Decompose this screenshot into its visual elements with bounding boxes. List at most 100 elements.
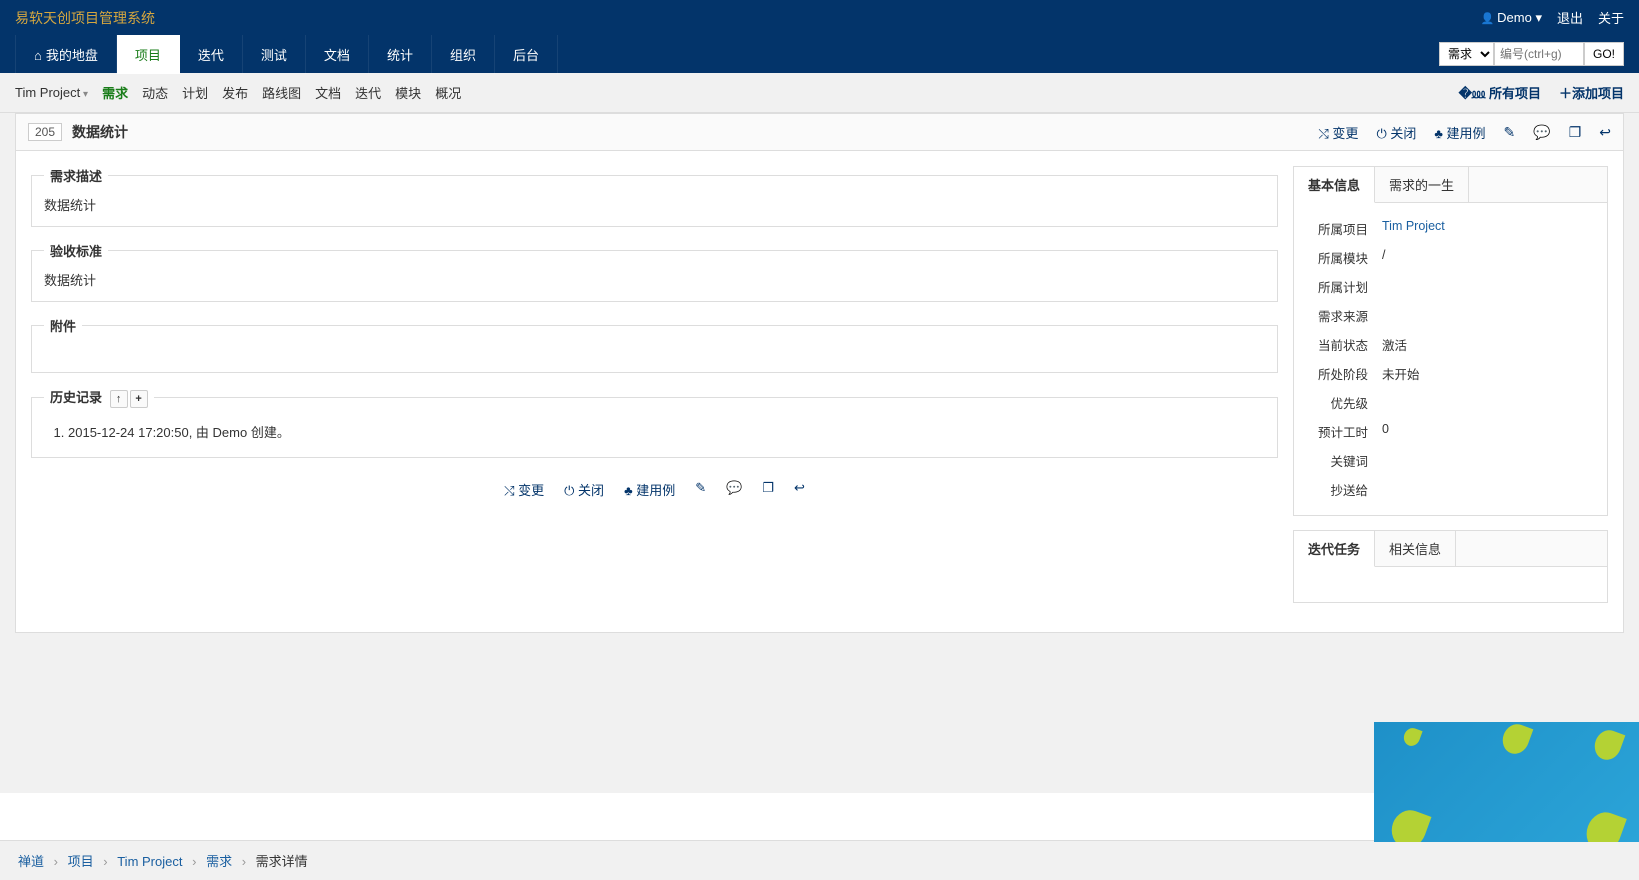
about-link[interactable]: 关于 xyxy=(1598,8,1624,27)
back-icon[interactable]: ↩ xyxy=(1599,124,1611,141)
tab-headers-1: 基本信息 需求的一生 xyxy=(1294,167,1607,203)
subnav-overview[interactable]: 概况 xyxy=(435,83,461,102)
nav-doc[interactable]: 文档 xyxy=(306,35,369,74)
info-row: 所属计划 xyxy=(1310,273,1591,300)
search-go-button[interactable]: GO! xyxy=(1584,42,1624,66)
nav-test[interactable]: 测试 xyxy=(243,35,306,74)
logout-link[interactable]: 退出 xyxy=(1557,8,1583,27)
top-right-links: Demo ▾ 退出 关于 xyxy=(1480,8,1624,27)
action-create-case[interactable]: ♣ 建用例 xyxy=(1434,123,1485,142)
main-nav: 我的地盘 项目 迭代 测试 文档 统计 组织 后台 需求 GO! xyxy=(0,35,1639,73)
crumb-tim[interactable]: Tim Project xyxy=(117,854,182,869)
edit-icon[interactable]: ✎ xyxy=(1504,124,1516,141)
comment-icon-2[interactable]: 💬 xyxy=(726,480,742,499)
left-column: 需求描述 数据统计 验收标准 数据统计 附件 历史记录 ↑ xyxy=(31,166,1278,503)
story-title: 数据统计 xyxy=(72,122,128,142)
crumb-home[interactable]: 禅道 xyxy=(18,854,44,869)
crumb-project[interactable]: 项目 xyxy=(68,854,94,869)
subnav-story[interactable]: 需求 xyxy=(102,83,128,102)
verify-content: 数据统计 xyxy=(44,270,1265,289)
search-box: 需求 GO! xyxy=(1439,42,1624,66)
comment-icon[interactable]: 💬 xyxy=(1533,124,1550,141)
edit-icon-2[interactable]: ✎ xyxy=(695,480,706,499)
history-fieldset: 历史记录 ↑ + 2015-12-24 17:20:50, 由 Demo 创建。 xyxy=(31,387,1278,458)
right-column: 基本信息 需求的一生 所属项目Tim Project 所属模块/ 所属计划 需求… xyxy=(1293,166,1608,617)
action-close-2[interactable]: ⏻ 关闭 xyxy=(564,480,604,499)
subnav-iter[interactable]: 迭代 xyxy=(355,83,381,102)
action-change[interactable]: ⤭ 变更 xyxy=(1318,123,1358,142)
tab-body-2 xyxy=(1294,567,1607,602)
power-icon: ⏻ xyxy=(564,483,578,498)
files-legend: 附件 xyxy=(44,316,82,335)
info-row: 优先级 xyxy=(1310,389,1591,416)
nav-admin[interactable]: 后台 xyxy=(495,35,558,74)
info-row: 所属项目Tim Project xyxy=(1310,215,1591,242)
copy-icon[interactable]: ❐ xyxy=(1569,124,1582,141)
top-bar: 易软天创项目管理系统 Demo ▾ 退出 关于 xyxy=(0,0,1639,35)
power-icon: ⏻ xyxy=(1376,126,1390,141)
main-nav-list: 我的地盘 项目 迭代 测试 文档 统计 组织 后台 xyxy=(15,35,558,74)
corner-decoration xyxy=(1374,722,1639,842)
spec-content: 数据统计 xyxy=(44,195,1265,214)
main-container: 205 数据统计 ⤭ 变更 ⏻ 关闭 ♣ 建用例 ✎ 💬 ❐ ↩ 需求描述 数据… xyxy=(0,113,1639,793)
crumb-detail: 需求详情 xyxy=(256,854,308,869)
brand-title: 易软天创项目管理系统 xyxy=(15,8,155,28)
nav-iteration[interactable]: 迭代 xyxy=(180,35,243,74)
all-projects-link[interactable]: �⅏ 所有项目 xyxy=(1459,83,1541,102)
story-id-badge: 205 xyxy=(28,123,62,141)
history-item: 2015-12-24 17:20:50, 由 Demo 创建。 xyxy=(68,418,1265,445)
project-selector[interactable]: Tim Project xyxy=(15,85,88,100)
search-type-select[interactable]: 需求 xyxy=(1439,42,1494,66)
subnav-roadmap[interactable]: 路线图 xyxy=(262,83,301,102)
nav-org[interactable]: 组织 xyxy=(432,35,495,74)
info-row: 当前状态激活 xyxy=(1310,331,1591,358)
action-create-case-2[interactable]: ♣ 建用例 xyxy=(624,480,675,499)
nav-my[interactable]: 我的地盘 xyxy=(15,35,117,74)
user-menu[interactable]: Demo ▾ xyxy=(1480,10,1542,26)
files-fieldset: 附件 xyxy=(31,316,1278,373)
history-up-button[interactable]: ↑ xyxy=(110,390,128,408)
info-row: 需求来源 xyxy=(1310,302,1591,329)
action-change-2[interactable]: ⤭ 变更 xyxy=(504,480,544,499)
center-actions: ⤭ 变更 ⏻ 关闭 ♣ 建用例 ✎ 💬 ❐ ↩ xyxy=(31,472,1278,503)
tab-related-info[interactable]: 相关信息 xyxy=(1375,531,1456,566)
sitemap-icon: ♣ xyxy=(624,483,636,498)
action-close[interactable]: ⏻ 关闭 xyxy=(1376,123,1416,142)
subnav-doc[interactable]: 文档 xyxy=(315,83,341,102)
info-row: 关键词 xyxy=(1310,447,1591,474)
verify-legend: 验收标准 xyxy=(44,241,108,260)
story-panel: 205 数据统计 ⤭ 变更 ⏻ 关闭 ♣ 建用例 ✎ 💬 ❐ ↩ 需求描述 数据… xyxy=(15,113,1624,633)
sub-nav-right: �⅏ 所有项目 ＋添加项目 xyxy=(1459,83,1624,102)
search-input[interactable] xyxy=(1494,42,1584,66)
project-link[interactable]: Tim Project xyxy=(1382,219,1445,233)
tab-story-life[interactable]: 需求的一生 xyxy=(1375,167,1469,202)
info-row: 预计工时0 xyxy=(1310,418,1591,445)
tab-headers-2: 迭代任务 相关信息 xyxy=(1294,531,1607,567)
sitemap-icon: ♣ xyxy=(1434,126,1446,141)
copy-icon-2[interactable]: ❐ xyxy=(762,480,774,499)
related-tabs: 迭代任务 相关信息 xyxy=(1293,530,1608,603)
tab-basic-info[interactable]: 基本信息 xyxy=(1294,167,1375,203)
subnav-plan[interactable]: 计划 xyxy=(182,83,208,102)
nav-project[interactable]: 项目 xyxy=(117,35,180,74)
history-legend: 历史记录 ↑ + xyxy=(44,387,154,408)
nav-stat[interactable]: 统计 xyxy=(369,35,432,74)
info-row: 所处阶段未开始 xyxy=(1310,360,1591,387)
plus-icon: ＋ xyxy=(1559,86,1572,101)
subnav-dynamic[interactable]: 动态 xyxy=(142,83,168,102)
tab-body-1: 所属项目Tim Project 所属模块/ 所属计划 需求来源 当前状态激活 所… xyxy=(1294,203,1607,515)
info-row: 所属模块/ xyxy=(1310,244,1591,271)
crumb-story[interactable]: 需求 xyxy=(206,854,232,869)
history-add-button[interactable]: + xyxy=(130,390,148,408)
title-bar: 205 数据统计 ⤭ 变更 ⏻ 关闭 ♣ 建用例 ✎ 💬 ❐ ↩ xyxy=(16,114,1623,151)
tab-iter-tasks[interactable]: 迭代任务 xyxy=(1294,531,1375,567)
add-project-link[interactable]: ＋添加项目 xyxy=(1559,83,1624,102)
verify-fieldset: 验收标准 数据统计 xyxy=(31,241,1278,302)
subnav-module[interactable]: 模块 xyxy=(395,83,421,102)
sitemap-icon: �⅏ xyxy=(1459,86,1489,101)
title-actions: ⤭ 变更 ⏻ 关闭 ♣ 建用例 ✎ 💬 ❐ ↩ xyxy=(1318,123,1611,142)
subnav-release[interactable]: 发布 xyxy=(222,83,248,102)
sub-nav-left: Tim Project 需求 动态 计划 发布 路线图 文档 迭代 模块 概况 xyxy=(15,83,461,102)
back-icon-2[interactable]: ↩ xyxy=(794,480,805,499)
title-left: 205 数据统计 xyxy=(28,122,128,142)
